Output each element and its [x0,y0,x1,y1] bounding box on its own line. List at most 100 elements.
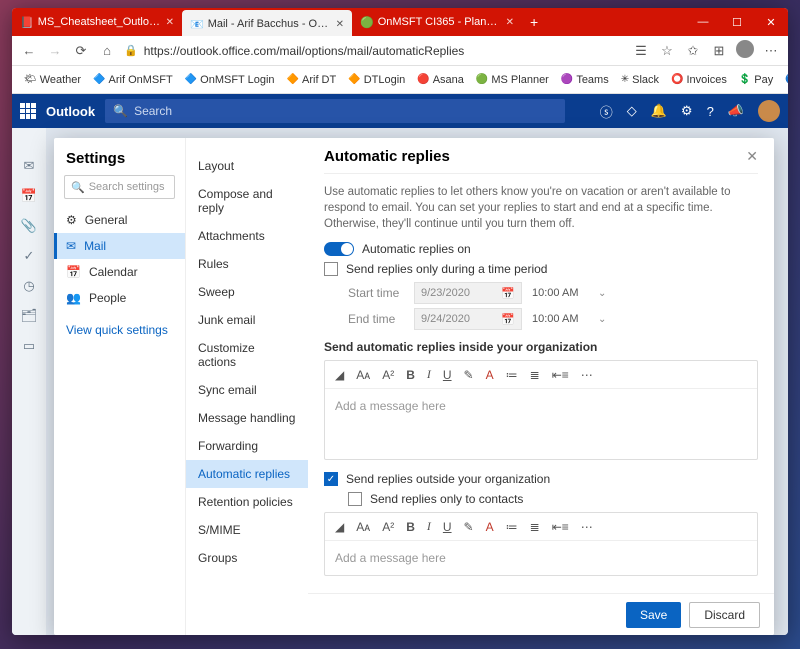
bullets-icon[interactable]: ≔ [506,520,518,534]
tab-close-icon[interactable]: ✕ [336,19,344,30]
home-button[interactable]: ⌂ [98,43,116,58]
tab-close-icon[interactable]: ✕ [166,17,174,28]
bookmark-slack[interactable]: ✳Slack [617,72,663,88]
window-maximize-icon[interactable]: ☐ [720,8,754,36]
subnav-message-handling[interactable]: Message handling [186,404,308,432]
time-period-checkbox[interactable] [324,262,338,276]
module-icon[interactable]: ▭ [23,338,35,354]
underline-button[interactable]: U [443,368,452,382]
subnav-customize[interactable]: Customize actions [186,334,308,376]
font-size-icon[interactable]: A² [382,520,394,534]
bullets-icon[interactable]: ≔ [506,368,518,382]
subnav-sync[interactable]: Sync email [186,376,308,404]
window-close-icon[interactable]: ✕ [754,8,788,36]
menu-icon[interactable]: ⋯ [762,43,780,59]
profile-avatar[interactable] [736,40,754,61]
calendar-module-icon[interactable]: 📅 [21,188,37,204]
new-tab-button[interactable]: + [522,8,546,36]
subnav-layout[interactable]: Layout [186,152,308,180]
auto-replies-toggle[interactable] [324,242,354,256]
megaphone-icon[interactable]: 📣 [728,103,744,119]
bookmark-kalo[interactable]: 🔵Kalo [781,72,788,88]
discard-button[interactable]: Discard [689,602,760,628]
back-button[interactable]: ← [20,43,38,58]
outlook-search[interactable]: 🔍 Search [105,99,565,123]
settings-search[interactable]: 🔍 Search settings [64,175,175,199]
more-icon[interactable]: ⋯ [581,520,593,534]
bookmark-arif-onmsft[interactable]: 🔷Arif OnMSFT [89,72,177,88]
save-button[interactable]: Save [626,602,681,628]
nav-people[interactable]: 👥People [54,285,185,311]
chevron-down-icon[interactable]: ⌄ [598,314,606,325]
numbering-icon[interactable]: ≣ [530,520,540,534]
subnav-retention[interactable]: Retention policies [186,488,308,516]
favorite2-icon[interactable]: ✩ [684,43,702,59]
window-minimize-icon[interactable]: — [686,8,720,36]
bookmark-onmsft-login[interactable]: 🔷OnMSFT Login [181,72,279,88]
forward-button[interactable]: → [46,43,64,58]
more-icon[interactable]: ⋯ [581,368,593,382]
notifications-icon[interactable]: 🔔 [651,103,667,119]
bookmark-weather[interactable]: 🌤Weather [20,72,85,88]
tasks-module-icon[interactable]: ✓ [24,248,35,264]
inside-message-input[interactable]: Add a message here [325,389,757,459]
start-date-input[interactable]: 9/23/2020📅 [414,282,522,304]
subnav-attachments[interactable]: Attachments [186,222,308,250]
subnav-sweep[interactable]: Sweep [186,278,308,306]
refresh-button[interactable]: ⟳ [72,43,90,59]
user-avatar[interactable] [758,100,780,122]
format-paint-icon[interactable]: ◢ [335,520,344,534]
chevron-down-icon[interactable]: ⌄ [598,288,606,299]
module-icon[interactable]: 🗂 [21,308,38,324]
font-color-icon[interactable]: A [486,368,494,382]
module-icon[interactable]: ◷ [23,278,34,294]
nav-mail[interactable]: ✉Mail [54,233,185,259]
underline-button[interactable]: U [443,520,452,534]
indent-icon[interactable]: ⇤≡ [552,520,569,534]
contacts-only-checkbox[interactable] [348,492,362,506]
close-button[interactable]: ✕ [746,148,758,165]
font-icon[interactable]: Aᴀ [356,520,370,534]
reader-icon[interactable]: ☰ [632,43,650,59]
subnav-junk[interactable]: Junk email [186,306,308,334]
subnav-groups[interactable]: Groups [186,544,308,572]
help-icon[interactable]: ? [707,104,714,119]
italic-button[interactable]: I [427,519,431,534]
bold-button[interactable]: B [406,368,415,382]
font-size-icon[interactable]: A² [382,368,394,382]
settings-icon[interactable]: ⚙ [681,103,693,119]
highlight-icon[interactable]: ✎ [464,368,474,382]
highlight-icon[interactable]: ✎ [464,520,474,534]
font-icon[interactable]: Aᴀ [356,368,370,382]
nav-calendar[interactable]: 📅Calendar [54,259,185,285]
format-paint-icon[interactable]: ◢ [335,368,344,382]
favorite-icon[interactable]: ☆ [658,43,676,59]
diamond-icon[interactable]: ◇ [627,103,637,119]
subnav-compose[interactable]: Compose and reply [186,180,308,222]
subnav-rules[interactable]: Rules [186,250,308,278]
bookmark-pay[interactable]: 💲Pay [735,72,777,88]
files-module-icon[interactable]: 📎 [21,218,37,234]
bookmark-invoices[interactable]: ⭕Invoices [667,72,731,88]
subnav-automatic-replies[interactable]: Automatic replies [186,460,308,488]
numbering-icon[interactable]: ≣ [530,368,540,382]
subnav-forwarding[interactable]: Forwarding [186,432,308,460]
nav-general[interactable]: ⚙General [54,207,185,233]
outside-message-input[interactable]: Add a message here [325,541,757,575]
browser-tab-2[interactable]: 🟢 OnMSFT CI365 - Planner ✕ [352,8,522,36]
start-time-input[interactable]: 10:00 AM [532,287,588,299]
bold-button[interactable]: B [406,520,415,534]
end-date-input[interactable]: 9/24/2020📅 [414,308,522,330]
skype-icon[interactable]: ⓢ [600,102,613,121]
view-quick-settings-link[interactable]: View quick settings [54,311,185,349]
font-color-icon[interactable]: A [486,520,494,534]
bookmark-teams[interactable]: 🟣Teams [557,72,613,88]
mail-module-icon[interactable]: ✉ [24,158,35,174]
indent-icon[interactable]: ⇤≡ [552,368,569,382]
bookmark-ms-planner[interactable]: 🟢MS Planner [472,72,553,88]
address-bar[interactable]: 🔒 https://outlook.office.com/mail/option… [124,44,624,58]
bookmark-asana[interactable]: 🔴Asana [413,72,468,88]
app-launcher-icon[interactable] [20,103,36,119]
bookmark-arif-dt[interactable]: 🔶Arif DT [283,72,341,88]
browser-tab-0[interactable]: 📕 MS_Cheatsheet_OutlookMailOn… ✕ [12,8,182,36]
